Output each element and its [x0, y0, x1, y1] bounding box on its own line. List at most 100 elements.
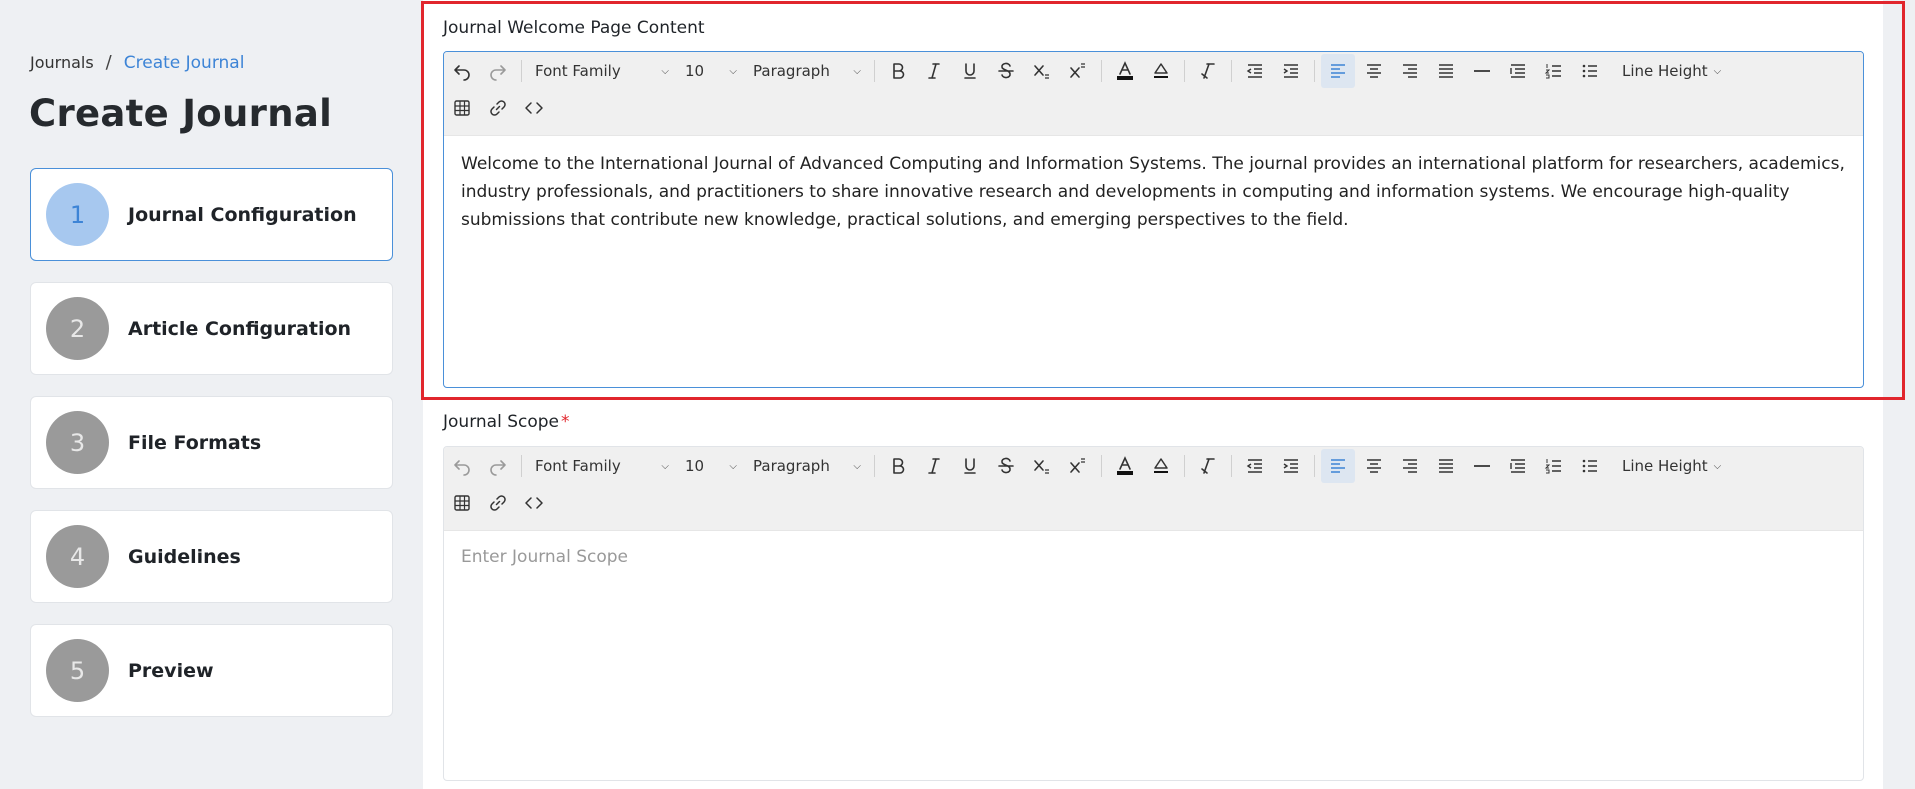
welcome-content-text[interactable]: Welcome to the International Journal of …	[444, 136, 1863, 248]
highlight-color-button[interactable]	[1144, 449, 1178, 483]
toolbar-separator	[1101, 60, 1102, 82]
bullet-list-button[interactable]	[1573, 54, 1607, 88]
bold-button[interactable]	[881, 54, 915, 88]
numbered-list-button[interactable]	[1537, 54, 1571, 88]
source-code-button[interactable]	[517, 91, 551, 125]
step-guidelines[interactable]: 4 Guidelines	[30, 510, 393, 603]
align-left-button[interactable]	[1321, 54, 1355, 88]
superscript-button[interactable]	[1061, 54, 1095, 88]
align-right-button[interactable]	[1393, 449, 1427, 483]
welcome-content-editor[interactable]: Font Family ⌵ 10 ⌵ Paragraph ⌵ Line Heig…	[443, 51, 1864, 388]
step-number: 3	[46, 411, 109, 474]
underline-button[interactable]	[953, 449, 987, 483]
link-icon	[490, 100, 506, 116]
horizontal-rule-icon	[1474, 70, 1490, 72]
outdent-button[interactable]	[1238, 449, 1272, 483]
subscript-button[interactable]	[1025, 54, 1059, 88]
line-height-select[interactable]: Line Height ⌵	[1614, 54, 1732, 88]
outdent-icon	[1246, 64, 1262, 78]
step-preview[interactable]: 5 Preview	[30, 624, 393, 717]
line-height-value: Line Height	[1622, 457, 1708, 475]
font-family-value: Font Family	[535, 62, 621, 80]
underline-button[interactable]	[953, 54, 987, 88]
journal-scope-editor[interactable]: Font Family ⌵ 10 ⌵ Paragraph ⌵ Line Heig…	[443, 446, 1864, 781]
line-spacing-button[interactable]	[1501, 54, 1535, 88]
code-icon	[525, 102, 543, 114]
block-format-select[interactable]: Paragraph ⌵	[745, 449, 869, 483]
clear-format-button[interactable]	[1191, 54, 1225, 88]
step-label: Preview	[128, 659, 214, 682]
chevron-down-icon: ⌵	[853, 460, 861, 472]
table-button[interactable]	[445, 91, 479, 125]
toolbar-row-2	[444, 89, 552, 127]
clear-format-button[interactable]	[1191, 449, 1225, 483]
indent-button[interactable]	[1274, 449, 1308, 483]
text-color-button[interactable]	[1108, 449, 1142, 483]
link-button[interactable]	[481, 486, 515, 520]
breadcrumb: Journals / Create Journal	[30, 52, 244, 73]
outdent-button[interactable]	[1238, 54, 1272, 88]
bold-button[interactable]	[881, 449, 915, 483]
journal-scope-placeholder[interactable]: Enter Journal Scope	[444, 531, 1863, 583]
toolbar-separator	[1314, 60, 1315, 82]
breadcrumb-separator: /	[105, 52, 112, 73]
breadcrumb-journals-link[interactable]: Journals	[30, 53, 94, 72]
align-justify-button[interactable]	[1429, 449, 1463, 483]
superscript-button[interactable]	[1061, 449, 1095, 483]
line-height-select[interactable]: Line Height ⌵	[1614, 449, 1732, 483]
step-label: File Formats	[128, 431, 262, 454]
bullet-list-button[interactable]	[1573, 449, 1607, 483]
undo-button[interactable]	[445, 449, 479, 483]
font-size-select[interactable]: 10 ⌵	[677, 54, 745, 88]
horizontal-rule-button[interactable]	[1465, 449, 1499, 483]
step-article-configuration[interactable]: 2 Article Configuration	[30, 282, 393, 375]
strikethrough-button[interactable]	[989, 449, 1023, 483]
block-format-select[interactable]: Paragraph ⌵	[745, 54, 869, 88]
strikethrough-button[interactable]	[989, 54, 1023, 88]
step-journal-configuration[interactable]: 1 Journal Configuration	[30, 168, 393, 261]
bold-icon	[893, 63, 905, 79]
subscript-button[interactable]	[1025, 449, 1059, 483]
source-code-button[interactable]	[517, 486, 551, 520]
table-icon	[454, 495, 470, 511]
font-family-select[interactable]: Font Family ⌵	[527, 54, 677, 88]
toolbar-separator	[521, 455, 522, 477]
align-center-button[interactable]	[1357, 449, 1391, 483]
text-color-button[interactable]	[1108, 54, 1142, 88]
align-right-button[interactable]	[1393, 54, 1427, 88]
align-right-icon	[1403, 64, 1417, 78]
font-family-value: Font Family	[535, 457, 621, 475]
indent-button[interactable]	[1274, 54, 1308, 88]
line-spacing-button[interactable]	[1501, 449, 1535, 483]
toolbar-row-1: Font Family ⌵ 10 ⌵ Paragraph ⌵ Line Heig…	[444, 52, 1732, 90]
redo-button[interactable]	[481, 54, 515, 88]
step-file-formats[interactable]: 3 File Formats	[30, 396, 393, 489]
block-format-value: Paragraph	[753, 457, 830, 475]
left-panel: Journals / Create Journal Create Journal…	[0, 0, 423, 789]
numbered-list-button[interactable]	[1537, 449, 1571, 483]
align-left-button[interactable]	[1321, 449, 1355, 483]
link-icon	[490, 495, 506, 511]
italic-button[interactable]	[917, 54, 951, 88]
step-label: Journal Configuration	[128, 203, 357, 226]
indent-icon	[1283, 459, 1298, 473]
align-left-icon	[1331, 459, 1345, 473]
step-number: 5	[46, 639, 109, 702]
undo-button[interactable]	[445, 54, 479, 88]
align-center-icon	[1367, 64, 1381, 78]
bullet-list-icon	[1582, 64, 1597, 78]
step-label: Guidelines	[128, 545, 241, 568]
italic-button[interactable]	[917, 449, 951, 483]
strikethrough-icon	[998, 457, 1014, 474]
link-button[interactable]	[481, 91, 515, 125]
highlight-color-button[interactable]	[1144, 54, 1178, 88]
font-family-select[interactable]: Font Family ⌵	[527, 449, 677, 483]
step-number: 4	[46, 525, 109, 588]
line-spacing-icon	[1510, 459, 1525, 473]
align-center-button[interactable]	[1357, 54, 1391, 88]
redo-button[interactable]	[481, 449, 515, 483]
horizontal-rule-button[interactable]	[1465, 54, 1499, 88]
align-justify-button[interactable]	[1429, 54, 1463, 88]
table-button[interactable]	[445, 486, 479, 520]
font-size-select[interactable]: 10 ⌵	[677, 449, 745, 483]
